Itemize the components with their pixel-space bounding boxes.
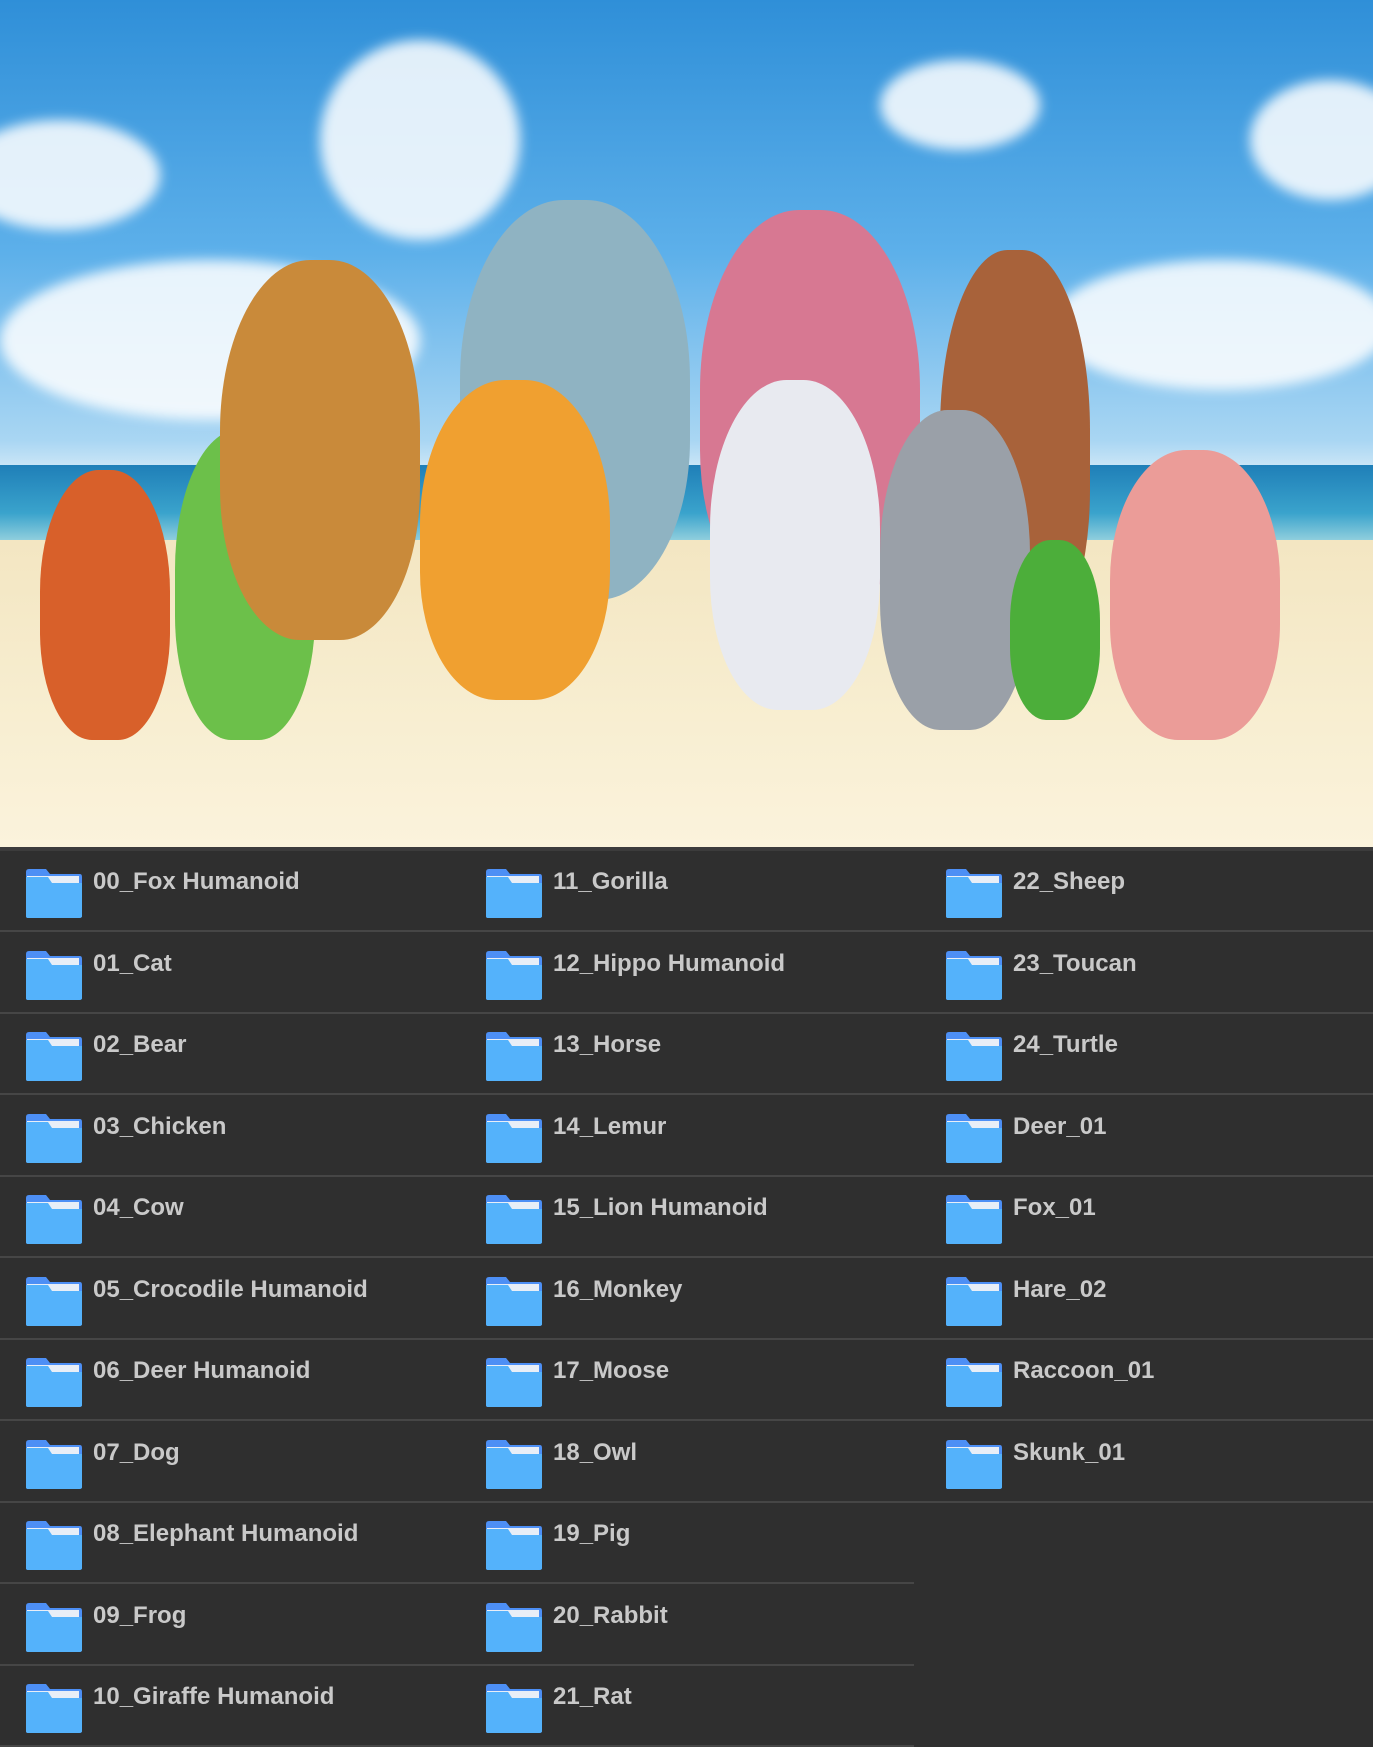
folder-name: 24_Turtle (1013, 1031, 1118, 1058)
folder-item[interactable]: 01_Cat (0, 933, 460, 1012)
folder-name: Skunk_01 (1013, 1438, 1126, 1466)
folder-icon (24, 1276, 83, 1327)
folder-item[interactable]: 12_Hippo Humanoid (460, 933, 920, 1012)
folder-item[interactable]: 11_Gorilla (460, 851, 920, 930)
dog-character (710, 380, 880, 710)
folder-icon (944, 1031, 1003, 1082)
folder-icon (24, 1113, 83, 1164)
folder-name: 09_Frog (93, 1601, 187, 1629)
folder-grid: 00_Fox Humanoid 01_Cat 02_Bear 03_Chicken 04… (0, 847, 1373, 1747)
folder-item[interactable]: 15_Lion Humanoid (460, 1177, 920, 1256)
folder-name: 08_Elephant Humanoid (93, 1520, 359, 1547)
folder-name: Fox_01 (1013, 1194, 1096, 1221)
folder-icon (484, 1357, 543, 1408)
folder-item[interactable]: 18_Owl (460, 1422, 920, 1501)
folder-icon (484, 1439, 543, 1490)
folder-item[interactable]: 07_Dog (0, 1422, 460, 1501)
folder-icon (484, 1520, 543, 1571)
folder-item[interactable]: 00_Fox Humanoid (0, 851, 460, 930)
folder-name: 10_Giraffe Humanoid (93, 1683, 335, 1710)
folder-icon (24, 868, 83, 919)
folder-icon (484, 1194, 543, 1245)
folder-name: 02_Bear (93, 1031, 187, 1058)
folder-item[interactable]: Skunk_01 (920, 1422, 1373, 1501)
folder-item[interactable]: 24_Turtle (920, 1014, 1373, 1093)
folder-item[interactable]: 03_Chicken (0, 1096, 460, 1175)
folder-name: Raccoon_01 (1013, 1357, 1155, 1384)
folder-item[interactable]: 09_Frog (0, 1585, 460, 1664)
folder-item[interactable]: Raccoon_01 (920, 1340, 1373, 1419)
frog-character (1010, 540, 1100, 720)
folder-item[interactable]: 14_Lemur (460, 1096, 920, 1175)
folder-name: 19_Pig (553, 1520, 631, 1547)
folder-name: 12_Hippo Humanoid (553, 949, 786, 977)
folder-icon (484, 1113, 543, 1164)
folder-item[interactable]: Fox_01 (920, 1177, 1373, 1256)
folder-name: 04_Cow (93, 1194, 184, 1221)
folder-name: 05_Crocodile Humanoid (93, 1275, 368, 1303)
raccoon-character (880, 410, 1030, 730)
folder-icon (24, 1031, 83, 1082)
folder-name: 13_Horse (553, 1031, 662, 1058)
lion-character (220, 260, 420, 640)
folder-icon (24, 1520, 83, 1571)
folder-item[interactable]: 06_Deer Humanoid (0, 1340, 460, 1419)
folder-name: 22_Sheep (1013, 868, 1126, 895)
folder-item[interactable]: 10_Giraffe Humanoid (0, 1666, 460, 1745)
folder-icon (484, 1031, 543, 1082)
folder-item[interactable]: 23_Toucan (920, 933, 1373, 1012)
folder-item[interactable]: 16_Monkey (460, 1259, 920, 1338)
folder-name: 17_Moose (553, 1357, 670, 1384)
folder-name: 11_Gorilla (553, 868, 668, 895)
folder-name: Hare_02 (1013, 1275, 1107, 1303)
folder-name: 15_Lion Humanoid (553, 1194, 768, 1221)
folder-item[interactable]: Hare_02 (920, 1259, 1373, 1338)
animal-characters-banner (0, 0, 1373, 847)
folder-icon (24, 1683, 83, 1734)
folder-item[interactable]: 08_Elephant Humanoid (0, 1503, 460, 1582)
folder-name: 00_Fox Humanoid (93, 868, 300, 895)
folder-icon (944, 1194, 1003, 1245)
folder-item[interactable]: 21_Rat (460, 1666, 920, 1745)
folder-item[interactable]: Deer_01 (920, 1096, 1373, 1175)
folder-icon (24, 1357, 83, 1408)
folder-name: 16_Monkey (553, 1275, 683, 1303)
folder-name: 14_Lemur (553, 1112, 667, 1140)
folder-name: 07_Dog (93, 1438, 180, 1466)
folder-icon (24, 1194, 83, 1245)
folder-icon (484, 1683, 543, 1734)
folder-name: 23_Toucan (1013, 949, 1137, 977)
folder-icon (944, 1357, 1003, 1408)
folder-name: 20_Rabbit (553, 1601, 668, 1629)
folder-item[interactable]: 04_Cow (0, 1177, 460, 1256)
cat-character (420, 380, 610, 700)
folder-icon (24, 1602, 83, 1653)
folder-item[interactable]: 17_Moose (460, 1340, 920, 1419)
folder-item[interactable]: 20_Rabbit (460, 1585, 920, 1664)
folder-icon (944, 1113, 1003, 1164)
folder-icon (484, 868, 543, 919)
folder-icon (484, 950, 543, 1001)
folder-icon (24, 950, 83, 1001)
folder-name: 21_Rat (553, 1683, 632, 1710)
folder-icon (944, 868, 1003, 919)
folder-icon (484, 1602, 543, 1653)
folder-item[interactable]: 22_Sheep (920, 851, 1373, 930)
folder-name: Deer_01 (1013, 1112, 1107, 1140)
folder-item[interactable]: 19_Pig (460, 1503, 920, 1582)
folder-icon (944, 1439, 1003, 1490)
pig-character (1110, 450, 1280, 740)
fox-character (40, 470, 170, 740)
folder-icon (944, 950, 1003, 1001)
folder-icon (484, 1276, 543, 1327)
folder-item[interactable]: 13_Horse (460, 1014, 920, 1093)
folder-name: 18_Owl (553, 1438, 638, 1466)
folder-item[interactable]: 05_Crocodile Humanoid (0, 1259, 460, 1338)
folder-name: 01_Cat (93, 949, 172, 977)
folder-name: 03_Chicken (93, 1112, 227, 1140)
folder-name: 06_Deer Humanoid (93, 1357, 311, 1384)
folder-icon (24, 1439, 83, 1490)
folder-item[interactable]: 02_Bear (0, 1014, 460, 1093)
folder-icon (944, 1276, 1003, 1327)
